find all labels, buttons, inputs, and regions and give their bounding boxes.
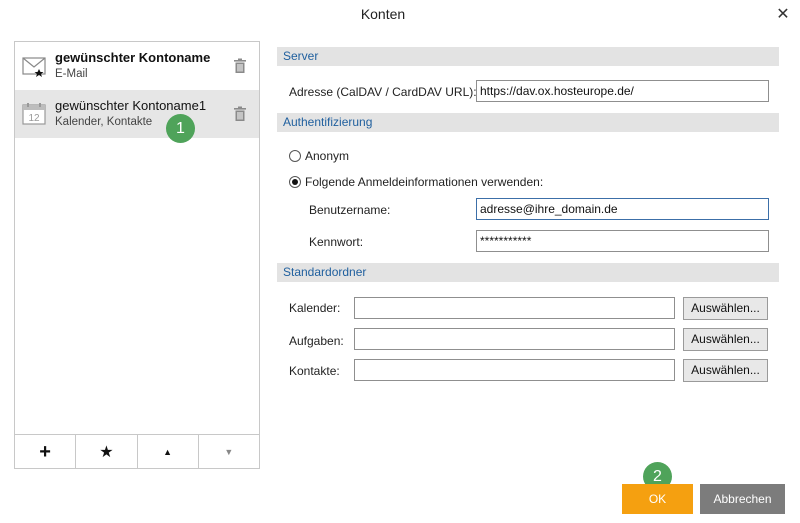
dialog-title: Konten (360, 6, 406, 22)
section-server: Server (277, 47, 779, 66)
contacts-folder-field[interactable] (354, 359, 675, 381)
tasks-folder-field[interactable] (354, 328, 675, 350)
accounts-panel: gewünschter Kontoname E-Mail 12 gewünsch… (14, 41, 260, 469)
radio-anonymous[interactable] (289, 150, 301, 162)
tasks-label: Aufgaben: (289, 334, 344, 348)
move-down-button[interactable]: ▼ (199, 435, 259, 469)
choose-calendar-button[interactable]: Auswählen... (683, 297, 768, 320)
credentials-label: Folgende Anmeldeinformationen verwenden: (305, 175, 544, 189)
set-default-button[interactable]: ★ (76, 435, 138, 469)
calendar-folder-field[interactable] (354, 297, 675, 319)
trash-icon[interactable] (233, 58, 247, 74)
mail-default-icon (22, 57, 46, 77)
address-label: Adresse (CalDAV / CardDAV URL): (289, 85, 477, 99)
username-label: Benutzername: (309, 203, 391, 217)
accounts-toolbar: + ★ ▲ ▼ (15, 434, 259, 469)
account-item-caldav[interactable]: 12 gewünschter Kontoname1 Kalender, Kont… (15, 90, 259, 138)
choose-contacts-button[interactable]: Auswählen... (683, 359, 768, 382)
password-field[interactable]: *********** (476, 230, 769, 252)
arrow-down-icon: ▼ (224, 447, 234, 457)
account-name: gewünschter Kontoname (55, 50, 211, 65)
arrow-up-icon: ▲ (163, 447, 173, 457)
account-type: Kalender, Kontakte (55, 116, 153, 128)
choose-tasks-button[interactable]: Auswählen... (683, 328, 768, 351)
ok-button[interactable]: OK (622, 484, 693, 514)
calendar-label: Kalender: (289, 301, 341, 315)
svg-text:12: 12 (28, 113, 40, 124)
calendar-icon: 12 (22, 103, 46, 125)
radio-credentials[interactable] (289, 176, 301, 188)
plus-icon: + (39, 440, 51, 463)
contacts-label: Kontakte: (289, 364, 340, 378)
account-item-email[interactable]: gewünschter Kontoname E-Mail (15, 42, 259, 90)
section-auth: Authentifizierung (277, 113, 779, 132)
address-field[interactable]: https://dav.ox.hosteurope.de/ (476, 80, 769, 102)
add-account-button[interactable]: + (15, 435, 77, 469)
account-type: E-Mail (55, 68, 88, 80)
close-icon[interactable]: ✕ (772, 4, 794, 26)
anonymous-label: Anonym (305, 149, 350, 163)
step-badge-1: 1 (166, 114, 195, 143)
move-up-button[interactable]: ▲ (138, 435, 199, 469)
username-field[interactable]: adresse@ihre_domain.de (476, 198, 769, 220)
account-name: gewünschter Kontoname1 (55, 98, 207, 113)
star-icon: ★ (99, 444, 114, 461)
section-default-folders: Standardordner (277, 263, 779, 282)
cancel-button[interactable]: Abbrechen (700, 484, 785, 514)
password-label: Kennwort: (309, 235, 364, 249)
trash-icon[interactable] (233, 106, 247, 122)
